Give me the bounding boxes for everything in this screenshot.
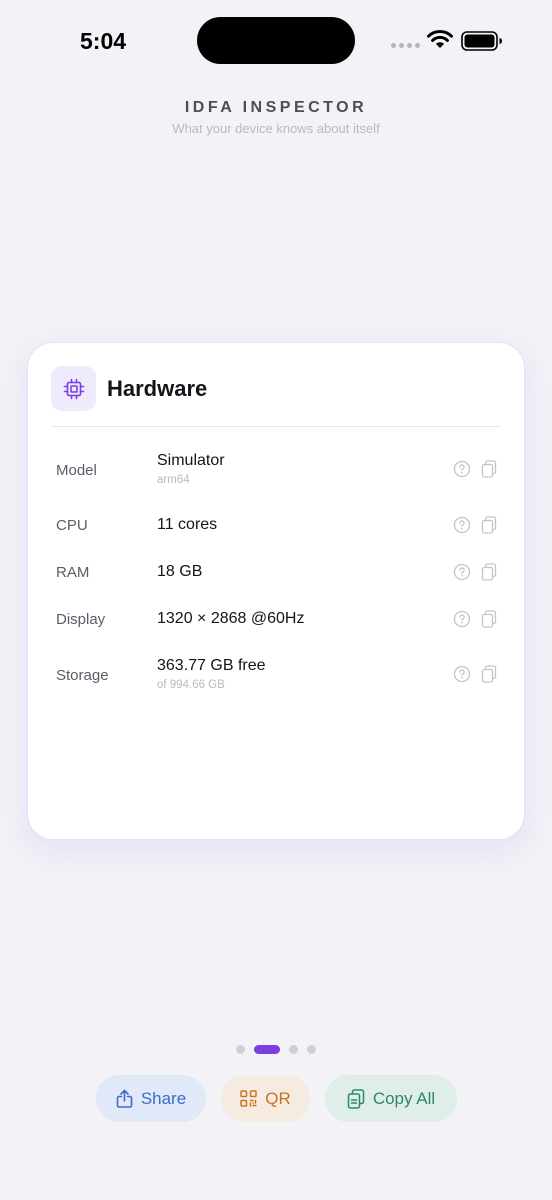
share-icon xyxy=(116,1089,133,1108)
status-time: 5:04 xyxy=(80,28,127,54)
qr-label: QR xyxy=(265,1088,291,1108)
copy-icon[interactable] xyxy=(481,516,497,534)
help-icon[interactable] xyxy=(453,516,471,534)
copy-all-button[interactable]: Copy All xyxy=(325,1075,457,1122)
copy-icon[interactable] xyxy=(481,610,497,628)
share-button[interactable]: Share xyxy=(96,1075,206,1122)
copy-all-icon xyxy=(347,1088,365,1109)
help-icon[interactable] xyxy=(453,665,471,683)
row-label: Storage xyxy=(56,667,109,684)
row-label: Display xyxy=(56,611,106,628)
cellular-signal-icon xyxy=(391,43,420,48)
copy-icon[interactable] xyxy=(481,460,497,478)
copy-icon[interactable] xyxy=(481,563,497,581)
help-icon[interactable] xyxy=(453,460,471,478)
cpu-icon xyxy=(51,366,96,411)
page-indicator[interactable] xyxy=(0,1045,552,1054)
page-dot-active[interactable] xyxy=(254,1045,280,1054)
page-dot[interactable] xyxy=(289,1045,298,1054)
app-title: IDFA INSPECTOR xyxy=(184,99,368,116)
share-label: Share xyxy=(140,1088,187,1108)
copy-all-label: Copy All xyxy=(372,1088,436,1108)
qr-button[interactable]: QR xyxy=(221,1075,310,1122)
dynamic-island xyxy=(197,17,355,64)
action-bar: Share QR Copy All xyxy=(0,1075,552,1122)
row-value: 1320 × 2868 @60Hz xyxy=(157,610,305,627)
wifi-icon xyxy=(427,30,453,48)
row-value: 18 GB xyxy=(157,563,203,580)
row-label: Model xyxy=(56,462,97,479)
row-value: 11 cores xyxy=(157,516,218,533)
row-label: RAM xyxy=(56,564,90,581)
help-icon[interactable] xyxy=(453,563,471,581)
help-icon[interactable] xyxy=(453,610,471,628)
qr-code-icon xyxy=(240,1090,257,1107)
copy-icon[interactable] xyxy=(481,665,497,683)
battery-icon xyxy=(461,31,502,51)
app-subtitle: What your device knows about itself xyxy=(172,121,380,136)
row-sub: arm64 xyxy=(157,474,190,486)
row-label: CPU xyxy=(56,517,88,534)
row-value: Simulator xyxy=(157,452,225,469)
card-divider xyxy=(51,426,501,427)
page-dot[interactable] xyxy=(236,1045,245,1054)
page-dot[interactable] xyxy=(307,1045,316,1054)
card-title: Hardware xyxy=(107,376,208,401)
row-sub: of 994.66 GB xyxy=(157,679,225,691)
hardware-card: Hardware Model Simulator arm64 CPU 11 co… xyxy=(27,342,525,840)
row-value: 363.77 GB free xyxy=(157,657,266,674)
status-bar: 5:04 xyxy=(0,0,552,80)
